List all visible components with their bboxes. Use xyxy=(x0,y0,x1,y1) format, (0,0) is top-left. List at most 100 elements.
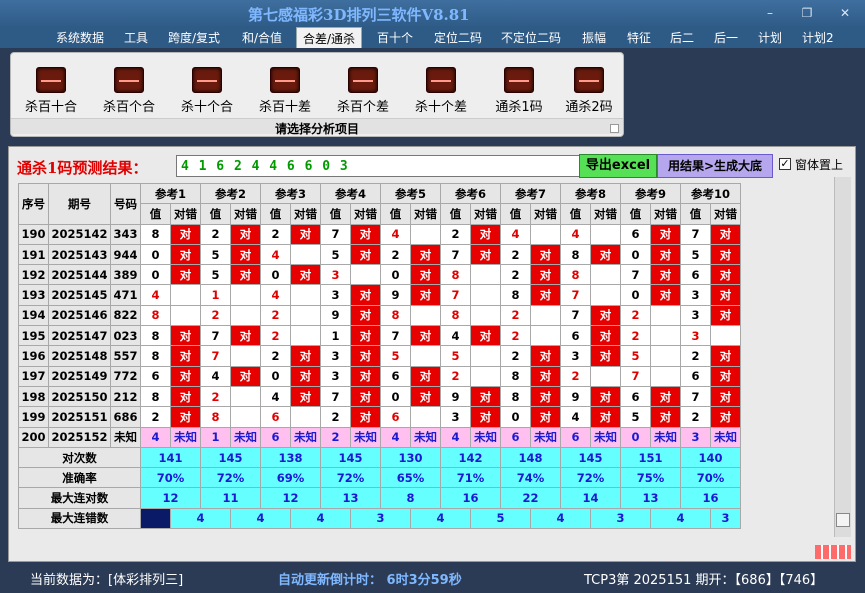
menu-item-1[interactable]: 工具 xyxy=(124,29,148,46)
row-draw-number: 471 xyxy=(110,284,141,306)
ref-group-header: 参考3 xyxy=(260,182,321,205)
table-row[interactable]: 190 2025142 343 8 对 2 对 2 对 7 对 4 2 对 4 4 6 对 7 对 xyxy=(18,223,741,245)
table-row[interactable]: 197 2025149 772 6 对 4 对 0 对 3 对 6 对 2 8 对 2 7 6 对 xyxy=(18,365,741,387)
ref-value: 9 xyxy=(440,385,471,408)
ribbon-item-1[interactable]: 杀百个合 xyxy=(99,67,159,115)
ref-value: 4 xyxy=(500,223,531,245)
close-icon[interactable]: ✕ xyxy=(838,6,852,20)
ribbon-item-4[interactable]: 杀百个差 xyxy=(333,67,393,115)
value-subheader: 值 xyxy=(680,203,711,225)
future-row[interactable]: 200 2025152 未知 4 未知 1 未知 6 未知 2 未知 4 未知 4 未知 6 未知 6 未知 0 未知 3… xyxy=(18,426,741,448)
stats-label: 最大连对数 xyxy=(18,487,141,509)
ref-value: 0 xyxy=(620,243,651,266)
ribbon-item-0[interactable]: 杀百十合 xyxy=(21,67,81,115)
ref-value: 7 xyxy=(440,284,471,306)
stats-value: 16 xyxy=(680,487,741,509)
ref-value: 1 xyxy=(200,284,231,306)
table-row[interactable]: 195 2025147 023 8 对 7 对 2 1 对 7 对 4 对 2 6 对 2 3 xyxy=(18,325,741,347)
row-draw-number: 822 xyxy=(110,304,141,327)
prediction-result-field[interactable]: 4 1 6 2 4 4 6 6 0 3 xyxy=(176,155,580,177)
ref-value: 2 xyxy=(260,304,291,327)
menu-item-5[interactable]: 百十个 xyxy=(377,29,413,46)
menu-item-8[interactable]: 振幅 xyxy=(582,29,606,46)
ribbon-item-3[interactable]: 杀百十差 xyxy=(255,67,315,115)
menu-item-2[interactable]: 跨度/复式 xyxy=(168,29,220,46)
ribbon-item-label: 杀百十差 xyxy=(258,100,311,115)
ref-value: 4 xyxy=(560,223,591,245)
row-draw-number: 未知 xyxy=(110,426,141,448)
stats-value: 72% xyxy=(200,467,261,489)
ref-value: 6 xyxy=(260,426,291,448)
stats-value: 11 xyxy=(200,487,261,509)
menu-item-13[interactable]: 计划2 xyxy=(802,29,834,46)
stats-label: 准确率 xyxy=(18,467,141,489)
table-row[interactable]: 199 2025151 686 2 对 8 6 2 对 6 3 对 0 对 4 对 5 对 2 对 xyxy=(18,406,741,428)
ref-value: 2 xyxy=(200,223,231,245)
menu-item-11[interactable]: 后一 xyxy=(714,29,738,46)
ref-value: 8 xyxy=(560,264,591,286)
table-row[interactable]: 191 2025143 944 0 对 5 对 4 5 对 2 对 7 对 2 对 8 对 0 对 5 对 xyxy=(18,243,741,266)
ref-value: 4 xyxy=(260,385,291,408)
table-row[interactable]: 198 2025150 212 8 对 2 4 对 7 对 0 对 9 对 8 对 9 对 6 对 7 对 xyxy=(18,385,741,408)
ref-value: 7 xyxy=(680,223,711,245)
stats-value: 151 xyxy=(620,446,681,469)
ref-value: 6 xyxy=(620,385,651,408)
table-row[interactable]: 196 2025148 557 8 对 7 2 对 3 对 5 5 2 对 3 对 5 2 对 xyxy=(18,345,741,367)
ref-result: 对 xyxy=(710,223,741,245)
ribbon-item-5[interactable]: 杀十个差 xyxy=(411,67,471,115)
scrollbar-thumb[interactable] xyxy=(836,513,850,527)
ref-result: 未知 xyxy=(530,426,561,448)
ribbon-item-6[interactable]: 通杀1码 xyxy=(489,67,549,115)
ref-result: 对 xyxy=(290,264,321,286)
menu-item-3[interactable]: 和/合值 xyxy=(242,29,282,46)
restore-icon[interactable]: ❐ xyxy=(800,6,814,20)
export-excel-button[interactable]: 导出excel xyxy=(579,154,657,178)
row-index: 197 xyxy=(18,365,49,387)
table-row[interactable]: 194 2025146 822 8 2 2 9 对 8 8 2 7 对 2 3 对 xyxy=(18,304,741,327)
ribbon-item-label: 杀百个合 xyxy=(102,100,155,115)
ref-result: 对 xyxy=(230,365,261,387)
stats-value: 70% xyxy=(140,467,201,489)
generate-base-button[interactable]: 用结果>生成大底 xyxy=(657,154,773,178)
table-row[interactable]: 193 2025145 471 4 1 4 3 对 9 对 7 8 对 7 0 对 3 对 xyxy=(18,284,741,306)
vertical-scrollbar[interactable] xyxy=(834,177,851,537)
stats-row: 最大连错数 4 4 4 3 4 5 4 3 4 3 xyxy=(18,507,741,530)
table-row[interactable]: 192 2025144 389 0 对 5 对 0 对 3 0 对 8 2 对 8 7 对 6 对 xyxy=(18,264,741,286)
menu-item-10[interactable]: 后二 xyxy=(670,29,694,46)
topmost-checkbox[interactable]: ✓ xyxy=(779,158,791,170)
ref-value: 8 xyxy=(500,385,531,408)
ref-value: 2 xyxy=(260,325,291,347)
ref-value: 6 xyxy=(680,264,711,286)
menu-item-0[interactable]: 系统数据 xyxy=(56,29,104,46)
row-index: 193 xyxy=(18,284,49,306)
ref-result xyxy=(530,223,561,245)
ref-value: 4 xyxy=(380,426,411,448)
menu-item-9[interactable]: 特征 xyxy=(627,29,651,46)
ref-value: 8 xyxy=(500,365,531,387)
ref-result: 对 xyxy=(530,243,561,266)
ref-value: 7 xyxy=(680,385,711,408)
ref-value: 3 xyxy=(320,264,351,286)
stats-value: 16 xyxy=(440,487,501,509)
ref-result: 未知 xyxy=(710,426,741,448)
ref-result xyxy=(410,345,441,367)
stats-marker xyxy=(140,507,171,530)
ref-result: 对 xyxy=(410,385,441,408)
ref-value: 0 xyxy=(500,406,531,428)
menu-item-6[interactable]: 定位二码 xyxy=(434,29,482,46)
menu-item-4[interactable]: 合差/通杀 xyxy=(296,27,363,48)
ribbon-item-2[interactable]: 杀十个合 xyxy=(177,67,237,115)
ref-value: 2 xyxy=(620,304,651,327)
minimize-icon[interactable]: – xyxy=(763,6,777,20)
ribbon-item-7[interactable]: 通杀2码 xyxy=(559,67,619,115)
menu-item-12[interactable]: 计划 xyxy=(758,29,782,46)
ref-result: 对 xyxy=(590,243,621,266)
column-header: 期号 xyxy=(48,183,111,225)
menu-item-7[interactable]: 不定位二码 xyxy=(501,29,561,46)
topmost-label: 窗体置上 xyxy=(795,158,844,172)
stats-value: 4 xyxy=(410,507,471,530)
chart-icon xyxy=(36,67,66,93)
result-subheader: 对错 xyxy=(470,203,501,225)
dialog-launcher-icon[interactable] xyxy=(610,124,619,133)
ref-result: 对 xyxy=(290,223,321,245)
